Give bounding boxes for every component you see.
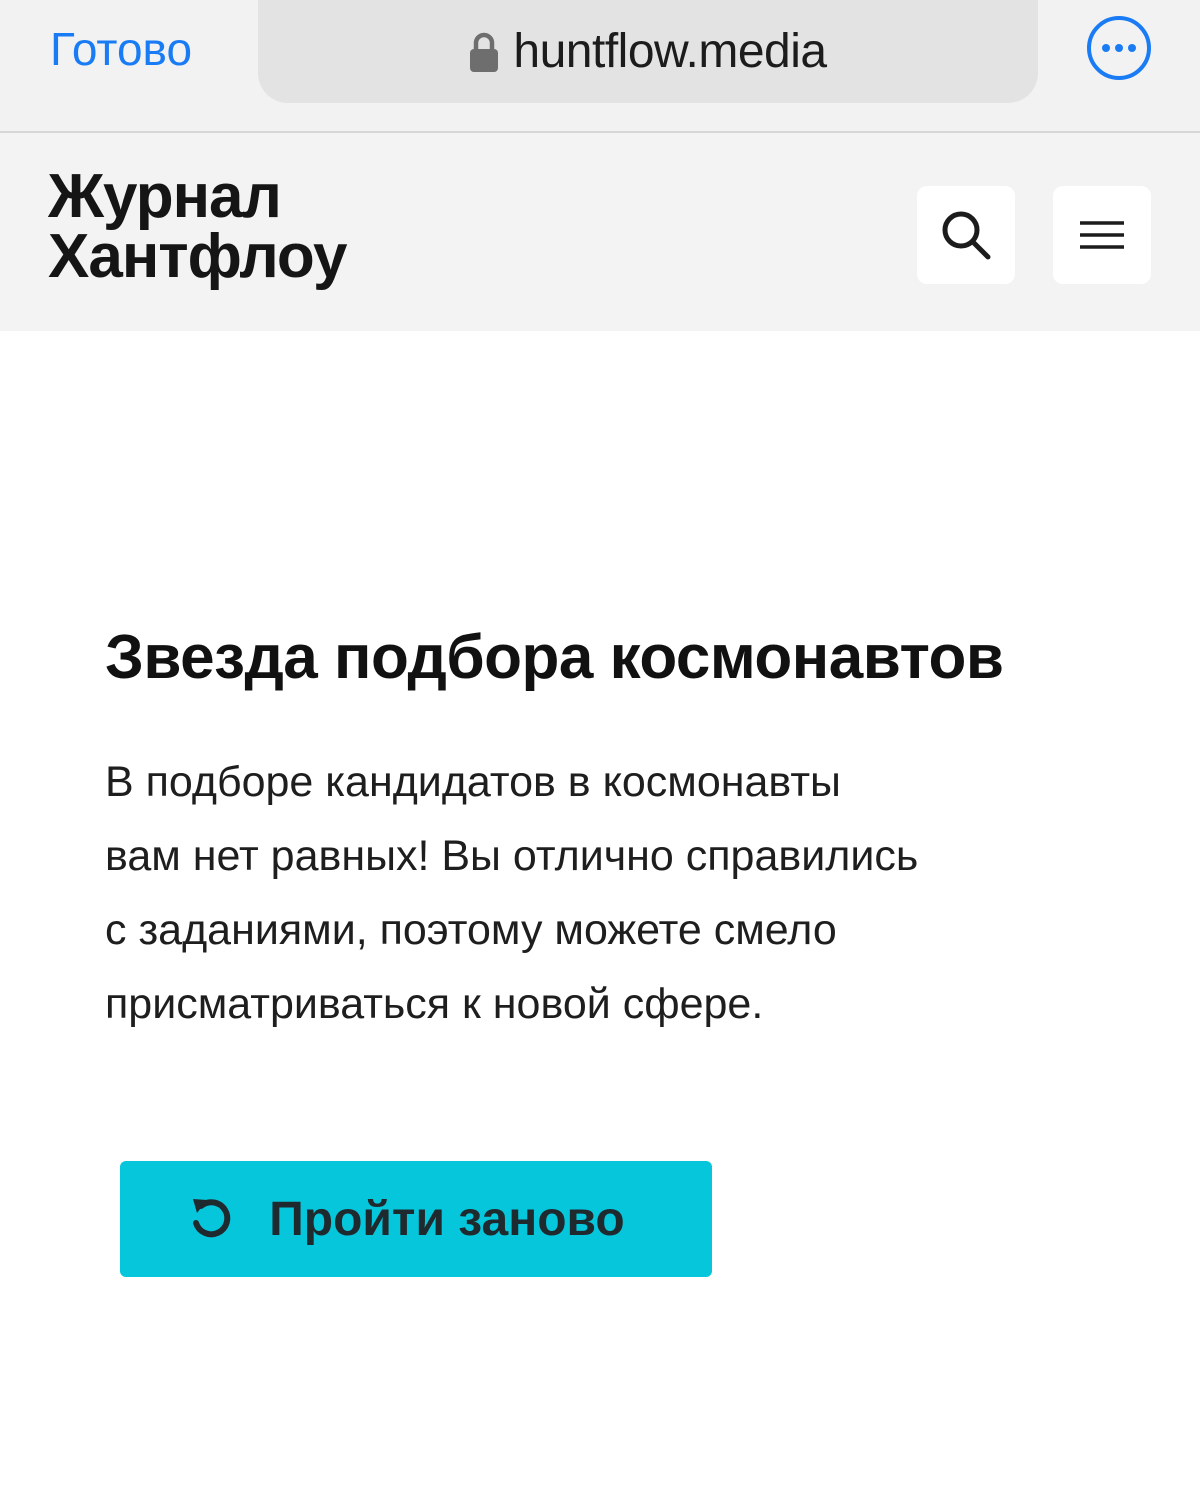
ellipsis-circle-icon xyxy=(1087,16,1151,80)
more-options-button[interactable] xyxy=(1086,15,1152,81)
retry-button[interactable]: Пройти заново xyxy=(120,1161,712,1277)
logo-line-2: Хантфлоу xyxy=(48,222,347,291)
browser-toolbar: Готово huntflow.media xyxy=(0,0,1200,133)
done-button[interactable]: Готово xyxy=(50,20,192,78)
site-header: Журнал Хантфлоу xyxy=(0,133,1200,331)
refresh-icon xyxy=(193,1199,231,1238)
search-button[interactable] xyxy=(917,186,1015,284)
result-title: Звезда подбора космонавтов xyxy=(105,623,1004,692)
address-bar[interactable]: huntflow.media xyxy=(258,0,1038,103)
lock-icon xyxy=(470,32,499,72)
url-text: huntflow.media xyxy=(513,25,827,78)
hamburger-icon xyxy=(1080,221,1124,249)
retry-label: Пройти заново xyxy=(269,1192,625,1246)
menu-button[interactable] xyxy=(1053,186,1151,284)
logo-line-1: Журнал xyxy=(48,162,282,231)
site-logo[interactable]: Журнал Хантфлоу xyxy=(48,162,347,291)
result-description: В подборе кандидатов в космонавты вам не… xyxy=(105,758,919,1028)
search-icon xyxy=(942,211,991,260)
